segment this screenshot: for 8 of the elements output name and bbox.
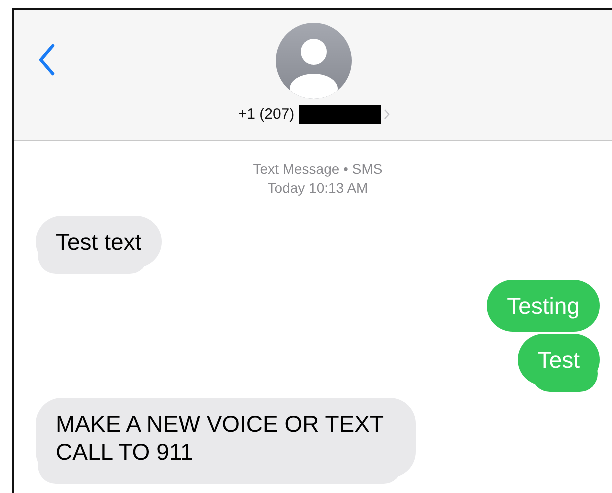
contact-number[interactable]: +1 (207) bbox=[238, 106, 295, 123]
thread-timestamp: Today 10:13 AM bbox=[266, 179, 370, 198]
chevron-icon[interactable] bbox=[384, 109, 390, 120]
thread-service: Text Message • SMS bbox=[252, 160, 384, 179]
received-message[interactable]: Test text bbox=[36, 216, 162, 268]
avatar-icon[interactable] bbox=[276, 23, 352, 99]
received-message[interactable]: MAKE A NEW VOICE OR TEXT CALL TO 911 bbox=[36, 398, 416, 478]
back-icon[interactable] bbox=[39, 44, 55, 76]
